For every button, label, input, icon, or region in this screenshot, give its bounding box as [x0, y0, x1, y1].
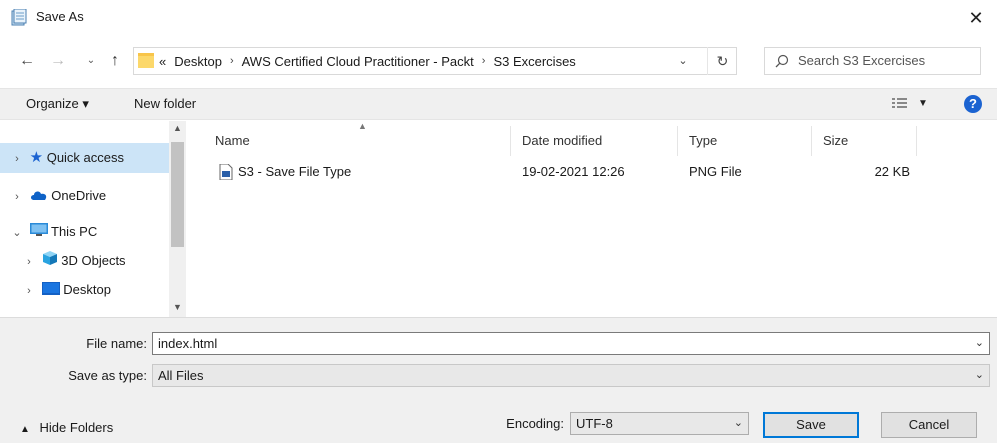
desktop-icon [41, 277, 60, 305]
sidebar-item-3d-objects[interactable]: › 3D Objects [20, 247, 126, 275]
scroll-up-icon[interactable]: ▲ [169, 123, 186, 137]
chevron-up-icon: ▲ [20, 424, 30, 435]
breadcrumb-aws-certified[interactable]: AWS Certified Cloud Practitioner - Packt [242, 54, 474, 69]
sidebar-item-label: OneDrive [51, 188, 107, 203]
folder-icon [138, 52, 155, 69]
collapse-chevron-icon[interactable]: ⌄ [8, 219, 26, 247]
png-file-icon [219, 163, 233, 181]
encoding-select[interactable]: UTF-8 ⌄ [570, 412, 749, 435]
close-button[interactable]: ✕ [962, 6, 990, 30]
encoding-label: Encoding: [506, 416, 564, 431]
sidebar-item-desktop[interactable]: › Desktop [20, 276, 111, 304]
scroll-down-icon[interactable]: ▼ [169, 302, 186, 316]
organize-button[interactable]: Organize ▾ [26, 88, 89, 120]
view-options-icon[interactable] [892, 97, 908, 111]
breadcrumb-separator-icon: › [229, 55, 234, 67]
cancel-button[interactable]: Cancel [881, 412, 977, 438]
sidebar-item-quick-access[interactable]: › ★ Quick access [8, 144, 124, 172]
cube-icon [42, 248, 58, 276]
expand-chevron-icon[interactable]: › [8, 145, 26, 173]
file-name-value: index.html [158, 336, 218, 351]
sidebar-item-label: Desktop [63, 282, 111, 297]
table-row[interactable]: S3 - Save File Type 19-02-2021 12:26 PNG… [205, 160, 917, 184]
save-as-type-select[interactable]: All Files ⌄ [152, 364, 990, 387]
up-button[interactable]: ↑ [104, 50, 126, 72]
search-placeholder: Search S3 Excercises [798, 53, 926, 68]
search-icon [775, 54, 789, 68]
breadcrumb-desktop[interactable]: Desktop [174, 54, 222, 69]
monitor-icon [29, 219, 48, 247]
address-dropdown-icon[interactable]: ⌄ [672, 47, 694, 75]
chevron-down-icon[interactable]: ⌄ [975, 365, 984, 386]
title-bar [0, 0, 997, 36]
notepad-icon [11, 8, 27, 26]
back-button[interactable]: ← [16, 50, 38, 72]
file-date: 19-02-2021 12:26 [522, 164, 625, 179]
sidebar-item-label: Quick access [46, 150, 125, 165]
hide-folders-button[interactable]: ▲ Hide Folders [20, 420, 113, 435]
view-dropdown-icon[interactable]: ▼ [918, 97, 928, 111]
expand-chevron-icon[interactable]: › [20, 277, 38, 305]
breadcrumb-overflow[interactable]: « [159, 54, 166, 69]
sort-ascending-icon: ▲ [358, 121, 367, 131]
forward-button[interactable]: → [47, 50, 69, 72]
file-name-input[interactable]: index.html ⌄ [152, 332, 990, 355]
new-folder-button[interactable]: New folder [134, 88, 196, 120]
sidebar-item-this-pc[interactable]: ⌄ This PC [8, 218, 97, 246]
save-button[interactable]: Save [763, 412, 859, 438]
expand-chevron-icon[interactable]: › [20, 248, 38, 276]
sidebar-item-label: This PC [51, 224, 98, 239]
column-header-size[interactable]: Size [813, 126, 917, 156]
save-as-type-label: Save as type: [68, 368, 147, 383]
sidebar-item-onedrive[interactable]: › OneDrive [8, 182, 106, 210]
expand-chevron-icon[interactable]: › [8, 183, 26, 211]
refresh-button[interactable]: ↻ [707, 47, 737, 75]
breadcrumb-separator-icon: › [481, 55, 486, 67]
help-icon[interactable]: ? [964, 95, 982, 113]
hide-folders-label: Hide Folders [39, 420, 114, 435]
column-header-type[interactable]: Type [679, 126, 812, 156]
file-name-label: File name: [86, 336, 147, 351]
star-icon: ★ [29, 149, 44, 166]
sidebar-item-label: 3D Objects [61, 253, 126, 268]
column-header-date-modified[interactable]: Date modified [512, 126, 678, 156]
sidebar-scroll-thumb[interactable] [171, 142, 184, 247]
breadcrumb-s3-excercises[interactable]: S3 Excercises [493, 54, 575, 69]
recent-locations-button[interactable]: ⌄ [80, 50, 102, 72]
file-name: S3 - Save File Type [238, 164, 352, 179]
encoding-value: UTF-8 [576, 416, 613, 431]
window-title: Save As [36, 9, 84, 24]
file-type: PNG File [689, 164, 742, 179]
breadcrumb: « Desktop › AWS Certified Cloud Practiti… [159, 47, 584, 75]
save-as-type-value: All Files [158, 368, 204, 383]
file-size: 22 KB [874, 164, 910, 179]
chevron-down-icon[interactable]: ⌄ [734, 413, 743, 434]
chevron-down-icon[interactable]: ⌄ [975, 333, 984, 354]
cloud-icon [30, 183, 48, 211]
